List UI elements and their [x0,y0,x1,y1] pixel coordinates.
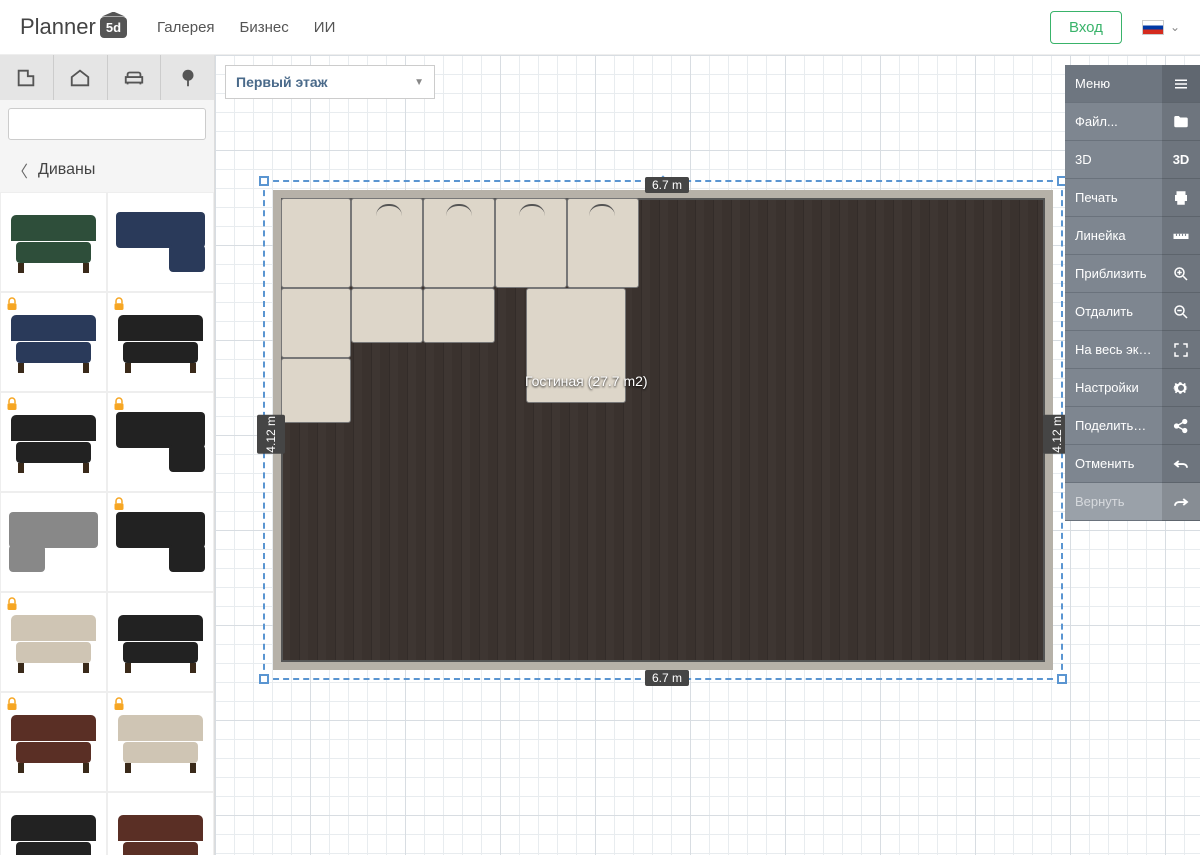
catalog-item[interactable] [107,692,214,792]
floor-selector-label: Первый этаж [236,74,328,90]
menu-item-zoom-out[interactable]: Отдалить [1065,293,1200,331]
dropdown-icon: ▼ [414,77,424,88]
tab-rooms[interactable] [0,55,54,100]
room-label: Гостиная (27.7 m2) [525,373,648,389]
search-box[interactable] [8,108,206,140]
login-button[interactable]: Вход [1050,11,1122,44]
catalog-item[interactable] [107,592,214,692]
tab-construction[interactable] [54,55,108,100]
chevron-down-icon: ⌄ [1170,20,1180,34]
undo-icon [1162,445,1200,483]
menu-header-label: Меню [1065,76,1162,91]
dimension-bottom: 6.7 m [645,670,689,686]
nav-gallery[interactable]: Галерея [157,19,215,36]
logo[interactable]: Planner 5d [20,14,127,40]
menu-item-label: Отдалить [1065,304,1162,319]
3d-icon: 3D [1162,141,1200,179]
menu-item-label: Файл... [1065,114,1162,129]
folder-icon [1162,103,1200,141]
category-title: Диваны [38,161,95,179]
floor-selector[interactable]: Первый этаж ▼ [225,65,435,99]
menu-item-label: На весь экран [1065,342,1162,357]
catalog-item[interactable] [0,392,107,492]
menu-item-ruler[interactable]: Линейка [1065,217,1200,255]
logo-badge: 5d [100,17,127,38]
catalog-item[interactable] [0,492,107,592]
hamburger-icon [1162,65,1200,103]
right-menu: Меню Файл...3D3DПечатьЛинейкаПриблизитьО… [1065,65,1200,521]
language-selector[interactable]: ⌄ [1142,20,1180,35]
print-icon [1162,179,1200,217]
dimension-top: 6.7 m [645,177,689,193]
tree-icon [177,67,199,89]
logo-text: Planner [20,14,96,40]
menu-item-label: Отменить [1065,456,1162,471]
category-back[interactable]: 〈 Диваны [0,148,214,192]
menu-item-label: Линейка [1065,228,1162,243]
tab-furniture[interactable] [108,55,162,100]
catalog-item[interactable] [0,792,107,855]
placed-sofa[interactable] [281,198,641,423]
zoom-out-icon [1162,293,1200,331]
menu-item-label: Настройки [1065,380,1162,395]
chevron-left-icon: 〈 [12,158,28,182]
menu-item-label: Печать [1065,190,1162,205]
canvas-area[interactable]: Первый этаж ▼ Гостиная (27.7 m2) 6.7 m 6… [215,55,1200,855]
menu-item-undo[interactable]: Отменить [1065,445,1200,483]
catalog-item[interactable] [107,792,214,855]
catalog-item[interactable] [107,192,214,292]
menu-item-fullscreen[interactable]: На весь экран [1065,331,1200,369]
menu-header[interactable]: Меню [1065,65,1200,103]
catalog-item[interactable] [0,692,107,792]
app-header: Planner 5d Галерея Бизнес ИИ Вход ⌄ [0,0,1200,55]
catalog-item[interactable] [107,292,214,392]
tool-tabs [0,55,214,100]
dimension-left: 4.12 m [257,415,285,454]
zoom-in-icon [1162,255,1200,293]
menu-item-print[interactable]: Печать [1065,179,1200,217]
flag-icon [1142,20,1164,35]
catalog-item[interactable] [0,592,107,692]
search-input[interactable] [23,116,204,132]
catalog-item[interactable] [107,392,214,492]
catalog-item[interactable] [0,292,107,392]
menu-item-3d[interactable]: 3D3D [1065,141,1200,179]
fullscreen-icon [1162,331,1200,369]
sofa-icon [123,67,145,89]
tab-exterior[interactable] [161,55,214,100]
gear-icon [1162,369,1200,407]
share-icon [1162,407,1200,445]
catalog-item[interactable] [107,492,214,592]
room-icon [15,67,37,89]
menu-item-label: Приблизить [1065,266,1162,281]
ruler-icon [1162,217,1200,255]
menu-item-gear[interactable]: Настройки [1065,369,1200,407]
menu-item-label: Поделиться... [1065,418,1162,433]
house-icon [69,67,91,89]
menu-item-folder[interactable]: Файл... [1065,103,1200,141]
menu-item-label: Вернуть [1065,494,1162,509]
menu-item-share[interactable]: Поделиться... [1065,407,1200,445]
redo-icon [1162,483,1200,521]
menu-item-zoom-in[interactable]: Приблизить [1065,255,1200,293]
catalog-grid [0,192,214,855]
catalog-item[interactable] [0,192,107,292]
nav-business[interactable]: Бизнес [240,19,289,36]
left-sidebar: 〈 Диваны [0,55,215,855]
menu-item-label: 3D [1065,152,1162,167]
nav-ai[interactable]: ИИ [314,19,336,36]
menu-item-redo: Вернуть [1065,483,1200,521]
